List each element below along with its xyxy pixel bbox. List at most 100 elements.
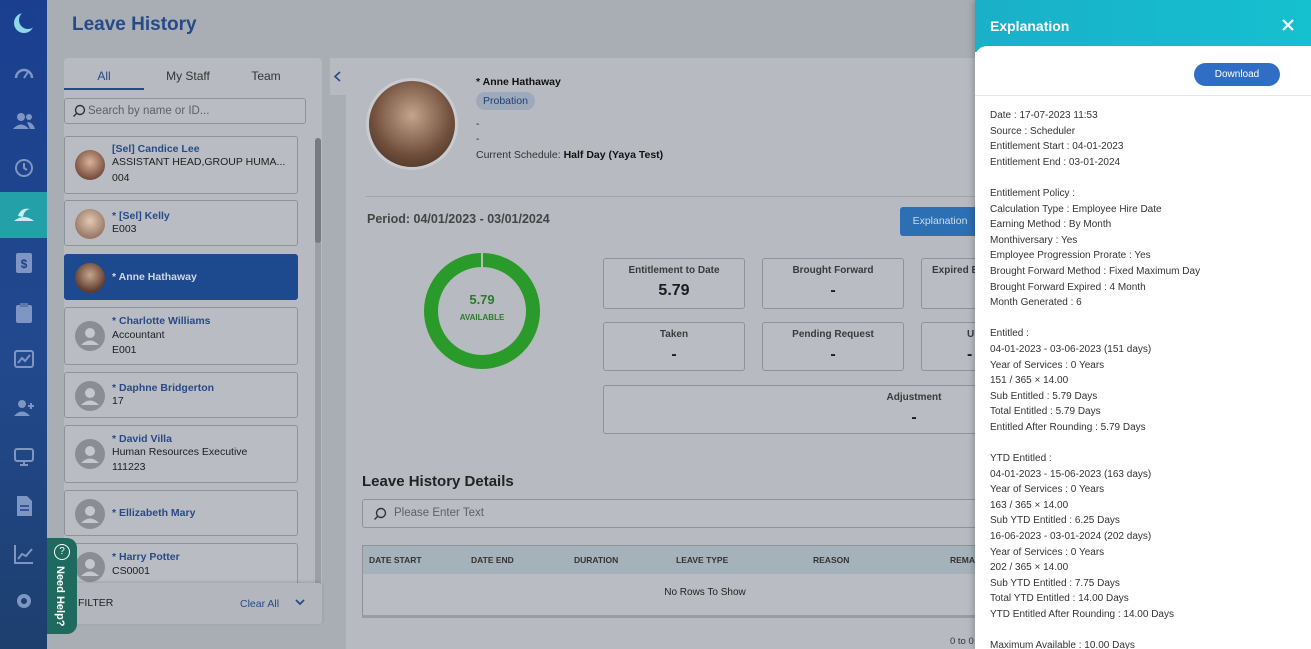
filter-label: FILTER xyxy=(78,597,114,609)
leave-beach-icon[interactable] xyxy=(12,203,36,227)
profile-field-1: - xyxy=(476,119,480,130)
staff-id: E001 xyxy=(112,344,137,356)
page-title: Leave History xyxy=(72,14,197,35)
monitor-icon[interactable] xyxy=(12,445,36,469)
avatar xyxy=(75,552,105,582)
explanation-button[interactable]: Explanation xyxy=(900,207,980,236)
add-user-icon[interactable] xyxy=(12,396,36,420)
tab-team[interactable]: Team xyxy=(226,69,306,83)
payroll-icon[interactable]: $ xyxy=(12,251,36,275)
staff-card[interactable]: * [Sel] Kelly E003 xyxy=(64,200,298,246)
staff-name: * Charlotte Williams xyxy=(112,315,211,327)
close-icon[interactable] xyxy=(1278,15,1298,35)
staff-name: * Anne Hathaway xyxy=(112,271,197,283)
explanation-line: Entitled After Rounding : 5.79 Days xyxy=(990,421,1146,433)
explanation-line: Year of Services : 0 Years xyxy=(990,484,1105,496)
paging-summary: 0 to 0 xyxy=(950,636,974,647)
tab-all[interactable]: All xyxy=(64,69,144,83)
table-header: DATE START DATE END DURATION LEAVE TYPE … xyxy=(363,546,1047,574)
status-badge: Probation xyxy=(476,92,535,110)
staff-position: ASSISTANT HEAD,GROUP HUMA... xyxy=(112,156,286,168)
stat-title: Adjustment xyxy=(886,392,942,403)
staff-list-scroll-thumb[interactable] xyxy=(315,138,321,243)
avatar xyxy=(75,499,105,529)
staff-card[interactable]: * David Villa Human Resources Executive … xyxy=(64,425,298,483)
staff-panel: All My Staff Team Search by name or ID..… xyxy=(64,58,322,624)
stat-title: Pending Request xyxy=(792,329,874,340)
download-button[interactable]: Download xyxy=(1194,63,1280,86)
column-header[interactable]: LEAVE TYPE xyxy=(676,555,728,565)
column-header[interactable]: DURATION xyxy=(574,555,618,565)
staff-card[interactable]: * Ellizabeth Mary xyxy=(64,490,298,536)
stat-value: - xyxy=(830,346,836,363)
available-value: 5.79 xyxy=(469,292,495,307)
settings-gear-icon[interactable] xyxy=(12,589,36,613)
staff-search-input[interactable]: Search by name or ID... xyxy=(64,98,306,124)
available-label: AVAILABLE xyxy=(459,313,505,322)
collapse-panel-button[interactable] xyxy=(330,58,346,95)
explanation-line: Earning Method : By Month xyxy=(990,219,1112,231)
explanation-line: Sub YTD Entitled : 6.25 Days xyxy=(990,515,1120,527)
explanation-line: 04-01-2023 - 03-06-2023 (151 days) xyxy=(990,343,1152,355)
explanation-line: 16-06-2023 - 03-01-2024 (202 days) xyxy=(990,531,1152,543)
stat-value: - xyxy=(967,346,973,363)
explanation-line xyxy=(990,170,1300,186)
current-schedule: Current Schedule: Half Day (Yaya Test) xyxy=(476,149,663,161)
explanation-line: Source : Scheduler xyxy=(990,125,1076,137)
explanation-line: Year of Services : 0 Years xyxy=(990,359,1105,371)
staff-card-selected[interactable]: * Anne Hathaway xyxy=(64,254,298,300)
explanation-line xyxy=(990,311,1300,327)
staff-card[interactable]: * Charlotte Williams Accountant E001 xyxy=(64,307,298,365)
chevron-down-icon[interactable] xyxy=(294,596,306,611)
leave-history-details-title: Leave History Details xyxy=(362,473,514,490)
history-icon[interactable] xyxy=(12,156,36,180)
explanation-line: Employee Progression Prorate : Yes xyxy=(990,250,1151,262)
column-header[interactable]: DATE END xyxy=(471,555,514,565)
explanation-text: Date : 17-07-2023 11:53 Source : Schedule… xyxy=(990,108,1300,649)
staff-id: 004 xyxy=(112,172,130,184)
dashboard-icon[interactable] xyxy=(12,62,36,86)
explanation-line: 202 / 365 × 14.00 xyxy=(990,562,1069,574)
explanation-line: Maximum Available : 10.00 Days xyxy=(990,640,1135,649)
staff-id: CS0001 xyxy=(112,565,150,577)
tab-my-staff[interactable]: My Staff xyxy=(148,69,228,83)
search-icon xyxy=(72,104,86,121)
stat-title: Taken xyxy=(659,329,689,340)
analytics-icon[interactable] xyxy=(12,347,36,371)
avatar xyxy=(75,150,105,180)
schedule-label: Current Schedule: xyxy=(476,149,561,161)
column-header[interactable]: REMA xyxy=(950,555,975,565)
avatar xyxy=(75,439,105,469)
people-icon[interactable] xyxy=(12,109,36,133)
staff-card[interactable]: [Sel] Candice Lee ASSISTANT HEAD,GROUP H… xyxy=(64,136,298,194)
avatar xyxy=(75,263,105,293)
avatar xyxy=(75,209,105,239)
report-chart-icon[interactable] xyxy=(12,542,36,566)
profile-photo xyxy=(366,78,458,170)
explanation-line: Calculation Type : Employee Hire Date xyxy=(990,203,1162,215)
no-rows-message: No Rows To Show xyxy=(664,587,746,598)
leave-history-table: DATE START DATE END DURATION LEAVE TYPE … xyxy=(362,545,1047,617)
details-search-input[interactable]: Please Enter Text xyxy=(362,499,1046,528)
staff-name: * Ellizabeth Mary xyxy=(112,507,196,519)
avatar xyxy=(75,381,105,411)
need-help-button[interactable]: ? Need Help? xyxy=(47,538,77,634)
explanation-line xyxy=(990,435,1300,451)
staff-card[interactable]: * Harry Potter CS0001 xyxy=(64,543,298,587)
explanation-line: YTD Entitled After Rounding : 14.00 Days xyxy=(990,609,1174,620)
help-icon: ? xyxy=(54,544,70,560)
column-header[interactable]: REASON xyxy=(813,555,849,565)
explanation-toolbar: Download xyxy=(975,46,1311,96)
clear-all-link[interactable]: Clear All xyxy=(240,598,279,610)
staff-name: * David Villa xyxy=(112,433,172,445)
document-icon[interactable] xyxy=(12,494,36,518)
app-logo-icon[interactable] xyxy=(12,11,37,35)
staff-card[interactable]: * Daphne Bridgerton 17 xyxy=(64,372,298,418)
explanation-line: Entitlement Policy : xyxy=(990,187,1076,199)
donut-ring xyxy=(424,253,540,369)
need-help-label: Need Help? xyxy=(54,566,66,627)
table-scrollbar[interactable] xyxy=(362,615,1046,618)
clipboard-icon[interactable] xyxy=(12,301,36,325)
explanation-line: 151 / 365 × 14.00 xyxy=(990,375,1069,387)
column-header[interactable]: DATE START xyxy=(369,555,422,565)
